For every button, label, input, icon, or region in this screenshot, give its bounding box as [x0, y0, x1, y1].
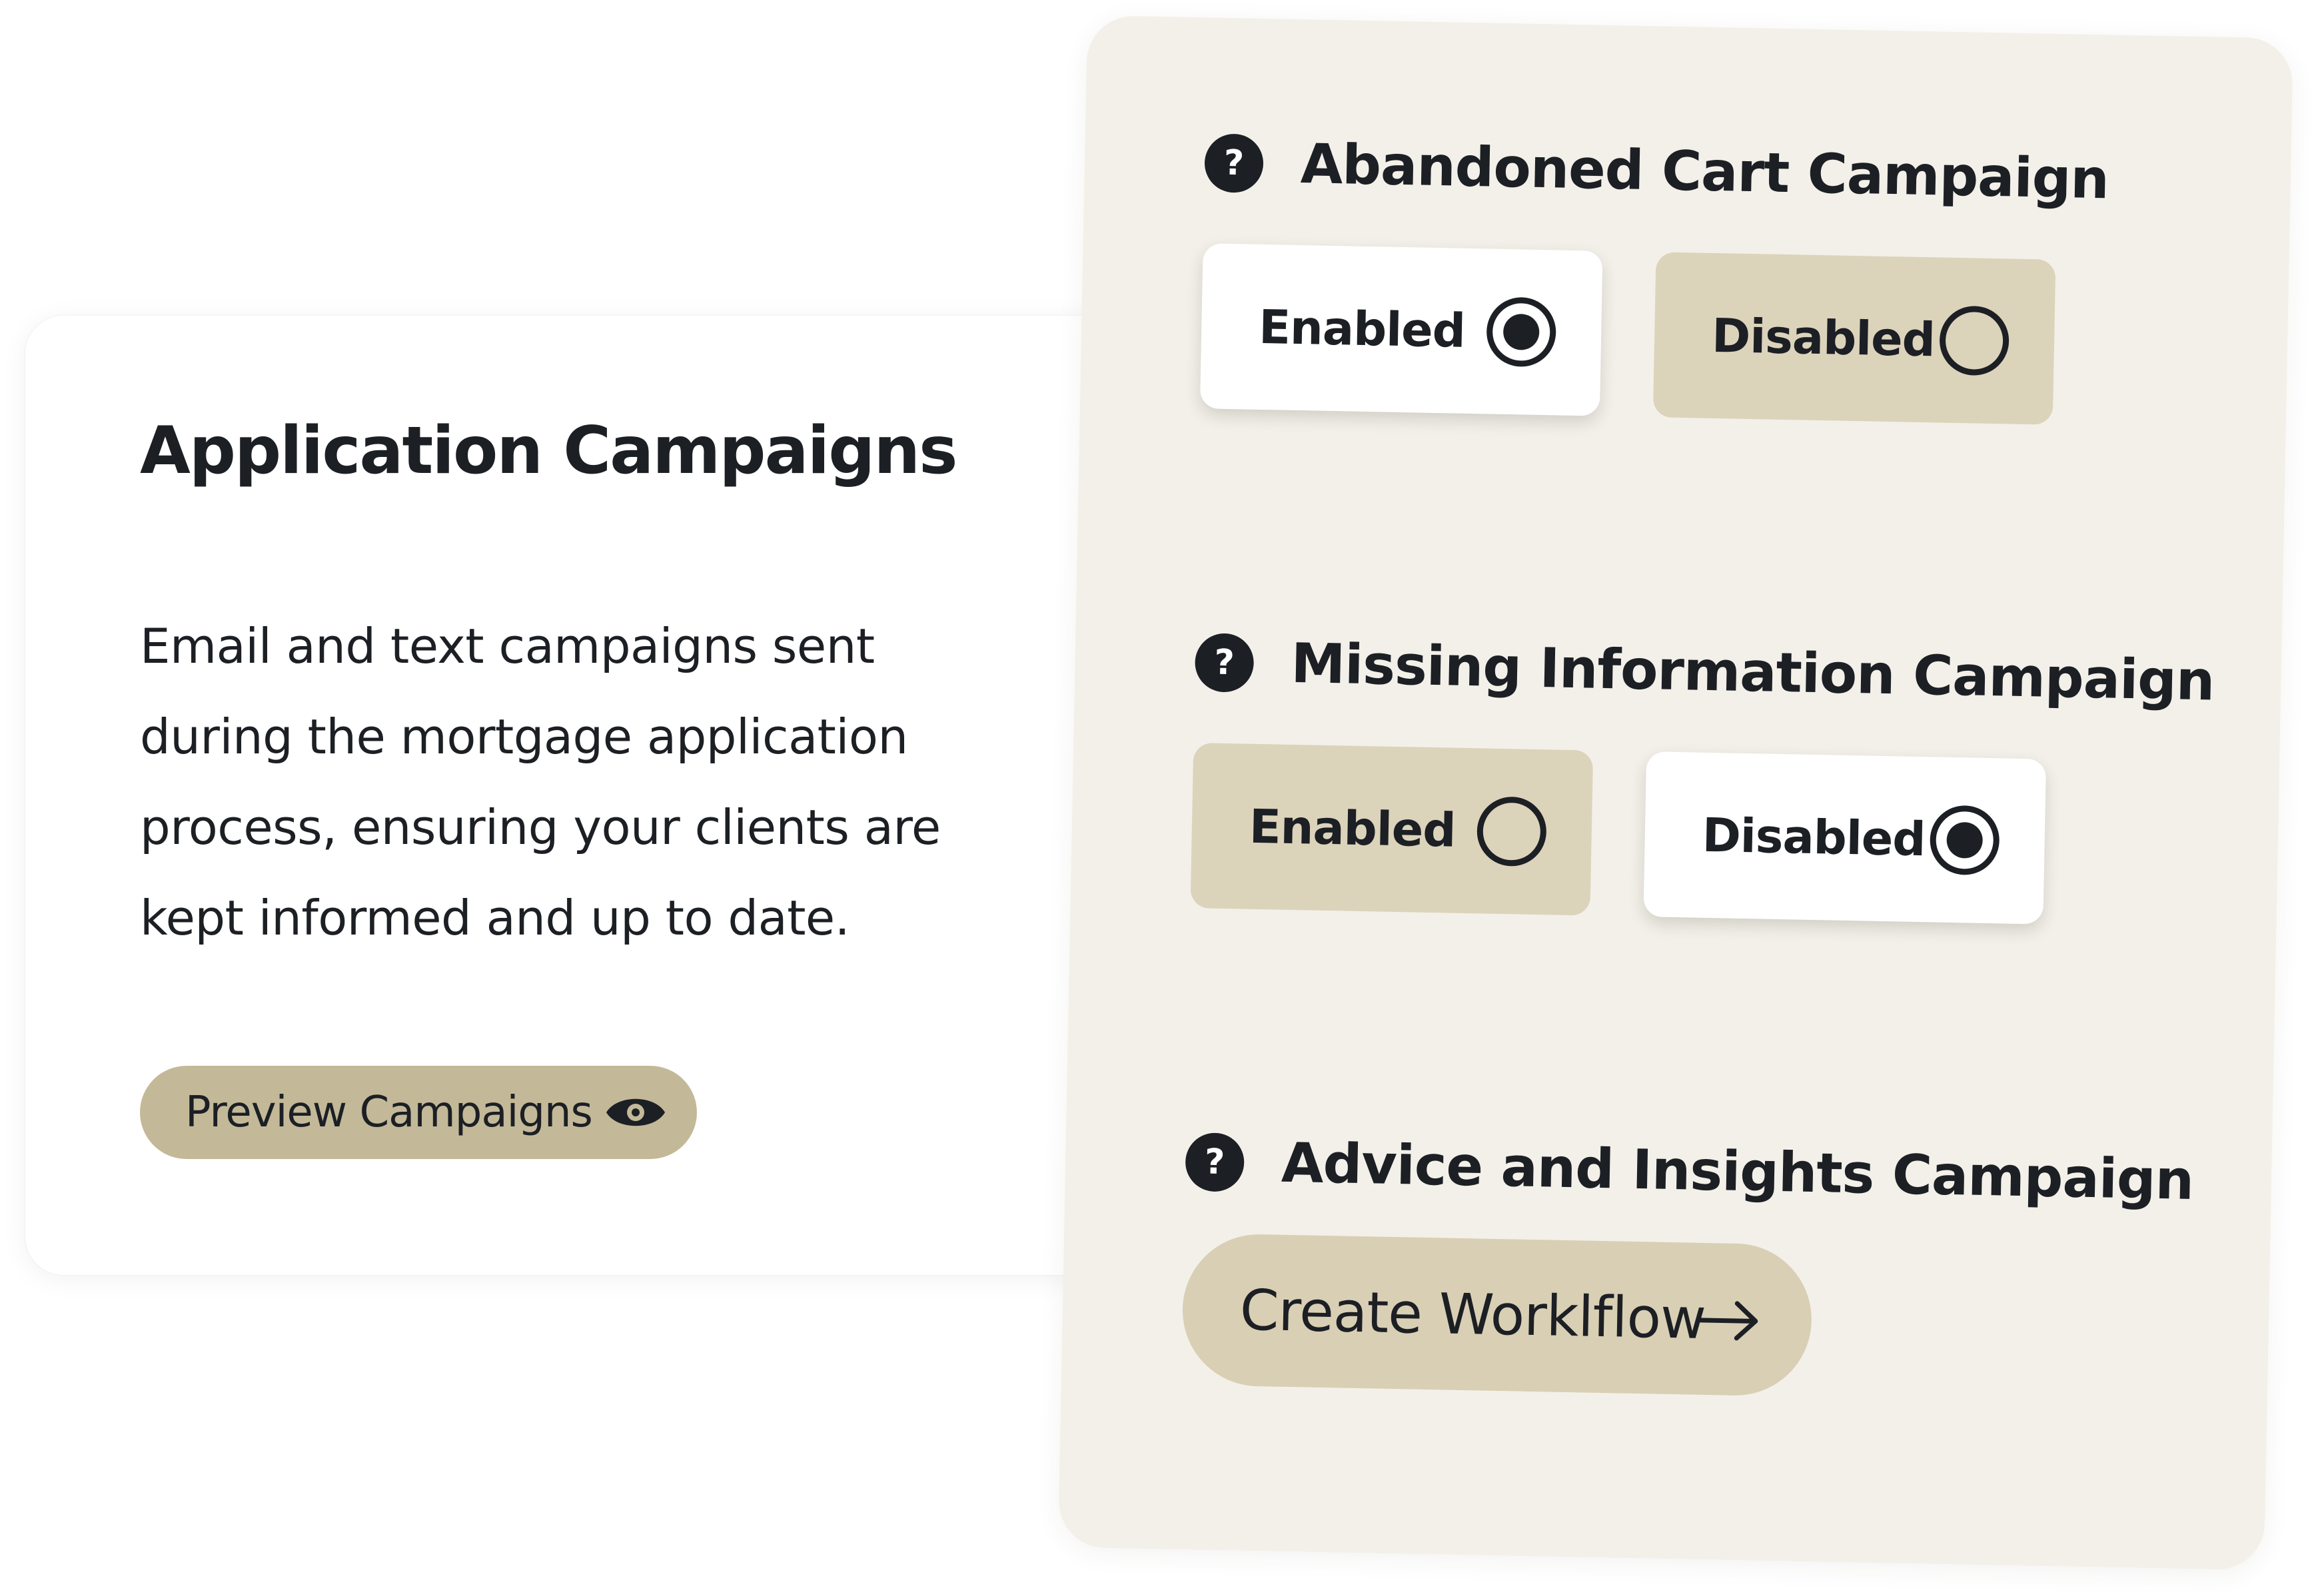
- radio-checked-icon[interactable]: [1929, 805, 2000, 876]
- radio-unchecked-icon[interactable]: [1476, 796, 1547, 867]
- section-header: ? Missing Information Campaign: [1194, 630, 2215, 713]
- help-icon[interactable]: ?: [1194, 632, 1255, 693]
- missing-information-section: ? Missing Information Campaign Enabled D…: [1190, 630, 2215, 927]
- preview-campaigns-button[interactable]: Preview Campaigns: [140, 1066, 697, 1159]
- section-header: ? Advice and Insights Campaign: [1185, 1130, 2194, 1212]
- option-label: Enabled: [1249, 799, 1456, 858]
- campaign-toggles-panel: ? Abandoned Cart Campaign Enabled Disabl…: [1058, 15, 2293, 1571]
- toggle-options: Enabled Disabled: [1190, 743, 2213, 927]
- radio-unchecked-icon[interactable]: [1939, 305, 2010, 376]
- abandoned-cart-section: ? Abandoned Cart Campaign Enabled Disabl…: [1199, 131, 2109, 426]
- create-workflow-button[interactable]: Create Worklflow: [1181, 1232, 1814, 1397]
- option-label: Enabled: [1258, 299, 1466, 358]
- disabled-option[interactable]: Disabled: [1643, 751, 2047, 925]
- advice-insights-section: ? Advice and Insights Campaign Create Wo…: [1181, 1130, 2194, 1404]
- section-title: Advice and Insights Campaign: [1281, 1131, 2194, 1213]
- arrow-right-icon: [1697, 1301, 1758, 1341]
- option-label: Disabled: [1701, 807, 1926, 867]
- radio-checked-icon[interactable]: [1486, 296, 1557, 368]
- toggle-options: Enabled Disabled: [1199, 243, 2107, 426]
- create-workflow-label: Create Worklflow: [1239, 1277, 1706, 1352]
- eye-icon: [606, 1098, 665, 1126]
- preview-campaigns-label: Preview Campaigns: [185, 1088, 593, 1137]
- section-title: Abandoned Cart Campaign: [1300, 133, 2109, 212]
- section-header: ? Abandoned Cart Campaign: [1204, 131, 2109, 211]
- option-label: Disabled: [1711, 308, 1936, 368]
- campaign-settings-stage: Application Campaigns Email and text cam…: [0, 0, 2320, 1596]
- section-title: Missing Information Campaign: [1290, 631, 2215, 713]
- card-description: Email and text campaigns sent during the…: [140, 618, 941, 946]
- enabled-option[interactable]: Enabled: [1190, 743, 1594, 916]
- help-icon[interactable]: ?: [1204, 133, 1264, 193]
- card-title: Application Campaigns: [140, 413, 957, 489]
- disabled-option[interactable]: Disabled: [1652, 252, 2056, 425]
- enabled-option[interactable]: Enabled: [1199, 243, 1603, 416]
- help-icon[interactable]: ?: [1185, 1132, 1245, 1192]
